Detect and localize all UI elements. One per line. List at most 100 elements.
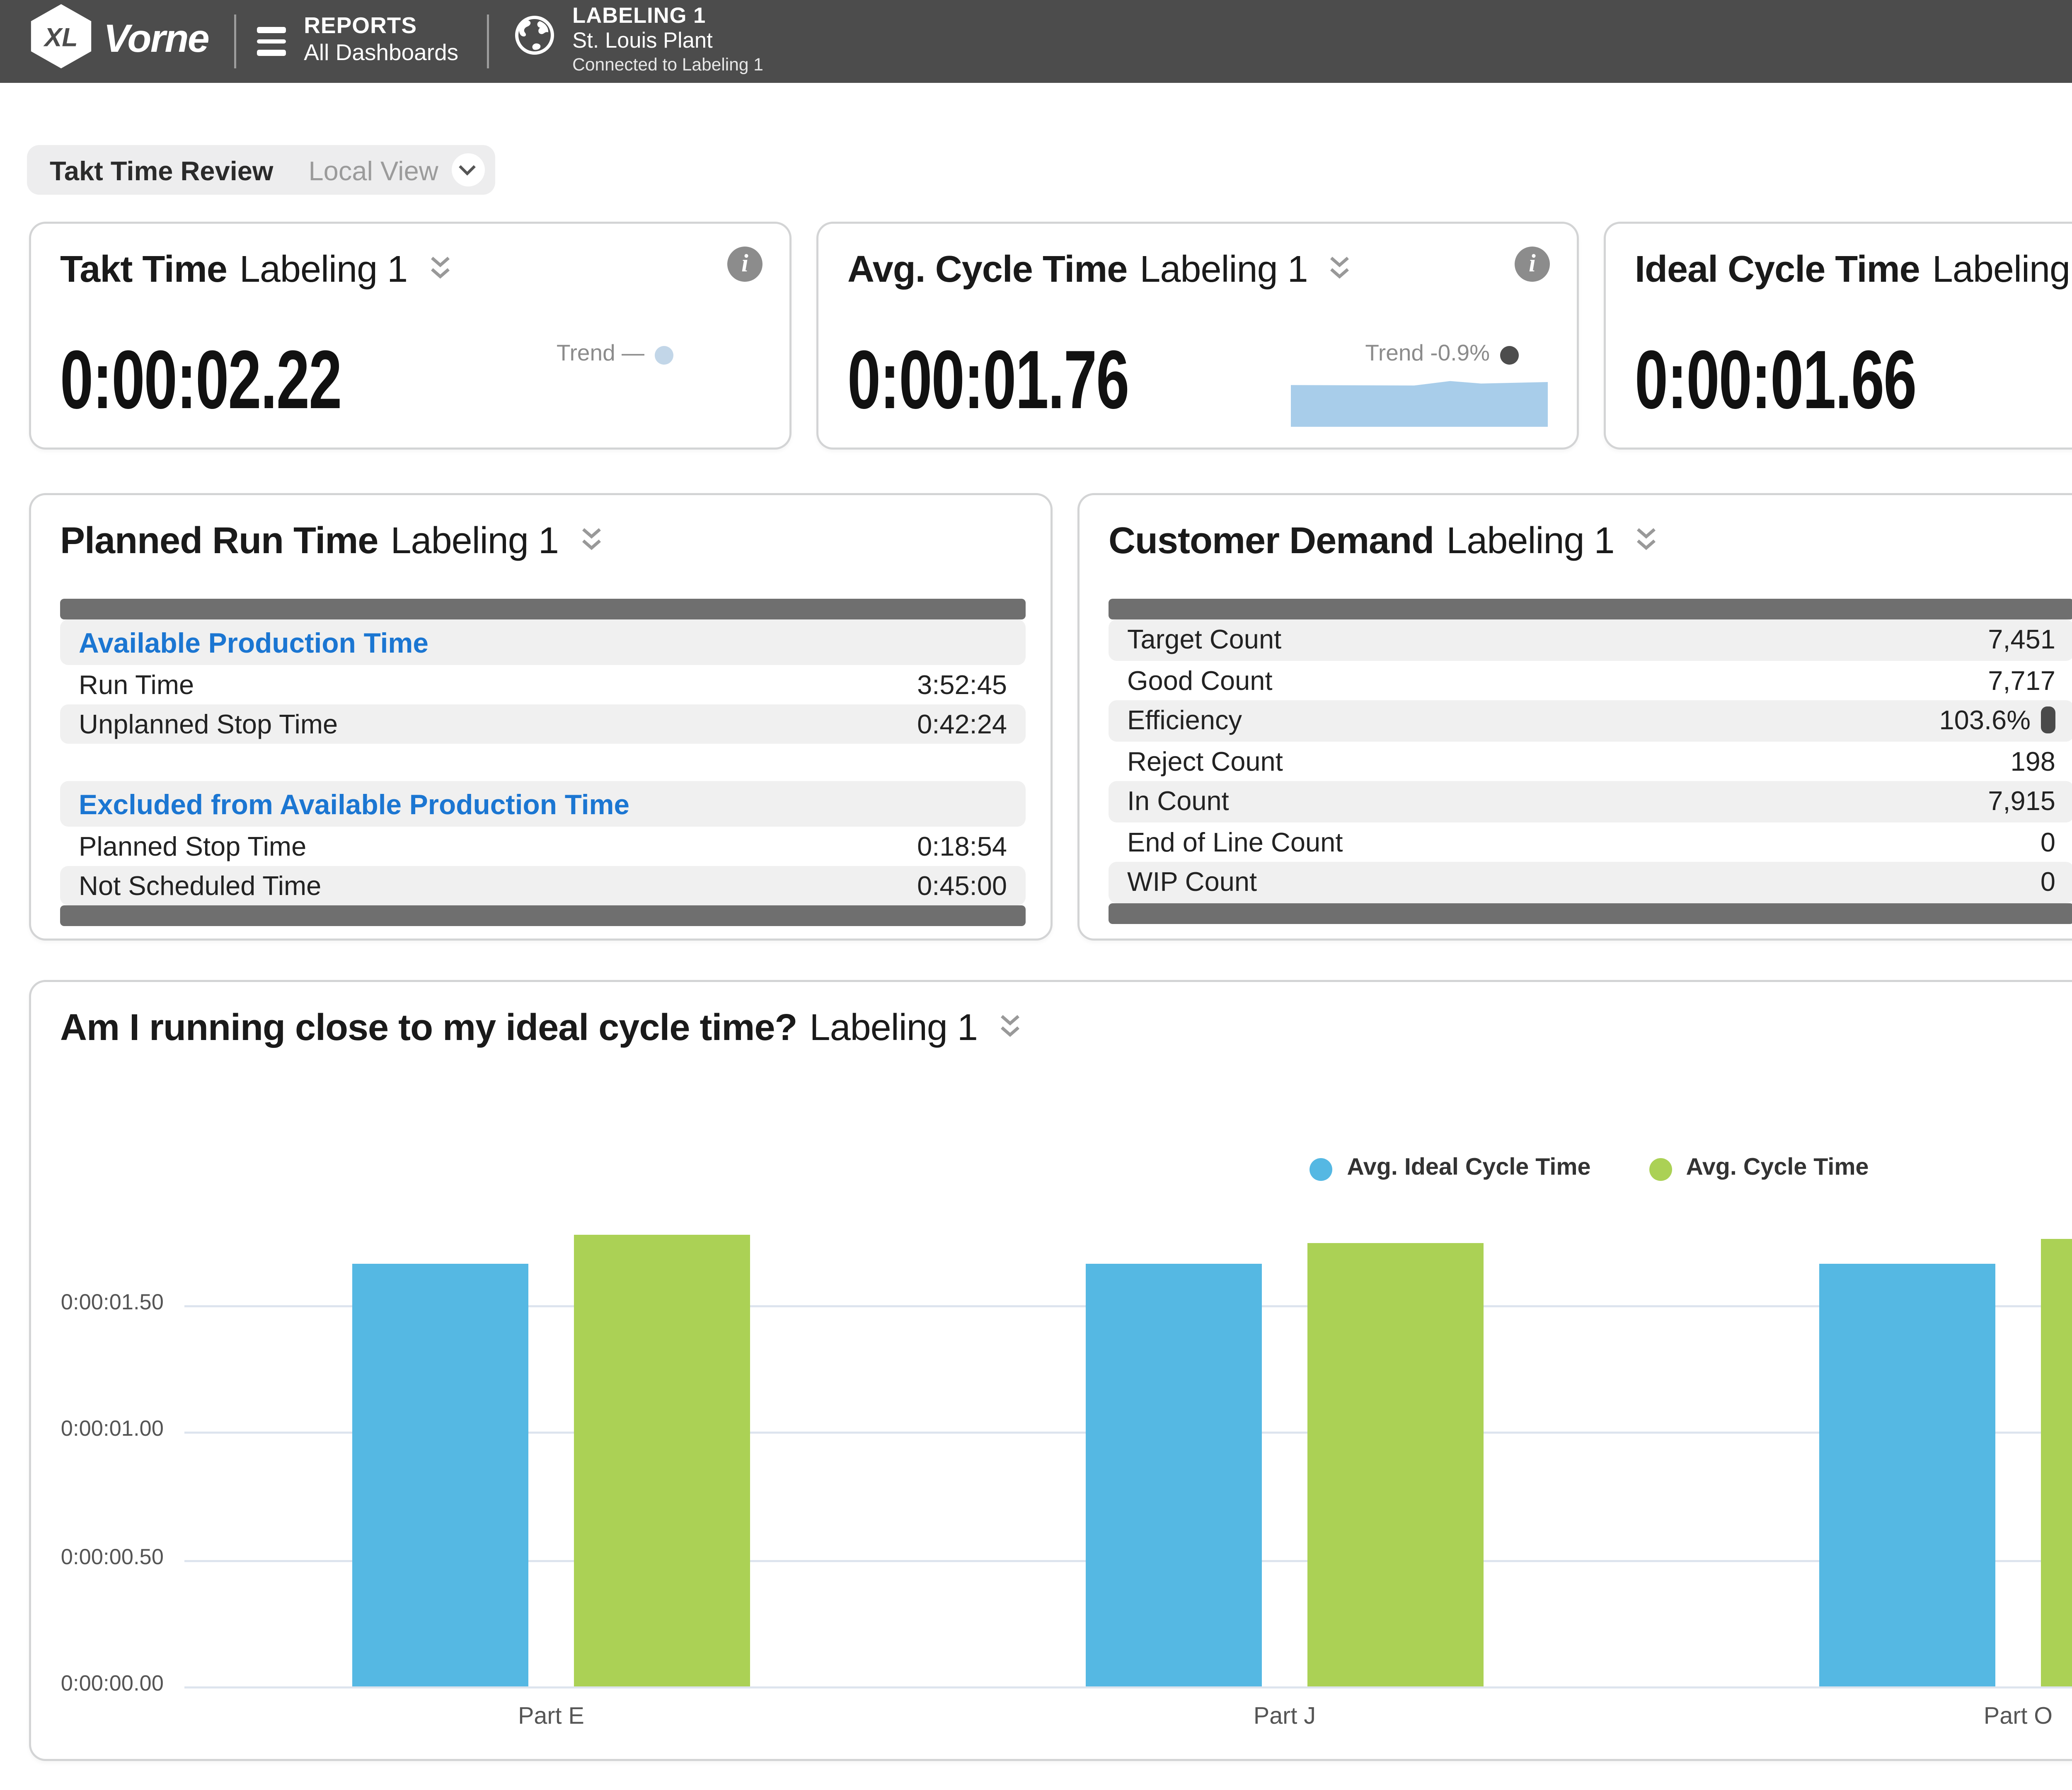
- gridline: [184, 1686, 2072, 1688]
- card-menu-chevron-icon[interactable]: [579, 526, 602, 564]
- xl-hexagon-icon: XL: [29, 2, 93, 81]
- context-connection: Connected to Labeling 1: [572, 56, 763, 76]
- card-menu-chevron-icon[interactable]: [1329, 255, 1351, 292]
- chart-plot: 0:00:01.50 0:00:01.00 0:00:00.50 0:00:00.00…: [31, 982, 2072, 1759]
- x-axis-label: Part E: [427, 1705, 675, 1730]
- kpi-subtitle: Labeling 1: [1932, 249, 2072, 292]
- trend-dot: [655, 345, 673, 364]
- kpi-subtitle: Labeling 1: [1140, 249, 1307, 292]
- row-label: End of Line Count: [1127, 826, 1343, 857]
- info-icon[interactable]: i: [1515, 247, 1550, 282]
- row-label: Target Count: [1127, 624, 1281, 655]
- bar-part-o-series0: [1819, 1263, 1995, 1686]
- kpi-title: Ideal Cycle Time: [1635, 249, 1920, 292]
- table-title: Customer Demand: [1109, 520, 1434, 564]
- view-mode-dropdown-button[interactable]: [451, 153, 484, 186]
- row-label: WIP Count: [1127, 866, 1257, 897]
- x-axis-label: Part O: [1894, 1705, 2072, 1730]
- row-label: Good Count: [1127, 665, 1273, 696]
- vorne-logo[interactable]: XL Vorne: [29, 2, 208, 81]
- card-menu-chevron-icon[interactable]: [428, 255, 451, 292]
- report-selector[interactable]: Takt Time Review Local View: [27, 145, 494, 195]
- brand-name: Vorne: [104, 19, 208, 64]
- y-axis-tick-label: 0:00:01.50: [31, 1290, 164, 1315]
- kpi-subtitle: Labeling 1: [240, 249, 407, 292]
- trend-sparkline: [1291, 377, 1548, 427]
- table-card-planned-run-time: Planned Run Time Labeling 1 Available Pr…: [29, 493, 1053, 941]
- row-label: Unplanned Stop Time: [79, 709, 338, 740]
- table-row: Target Count 7,451: [1109, 619, 2072, 660]
- nav-title: REPORTS: [304, 15, 458, 41]
- bar-part-j-series0: [1086, 1263, 1262, 1686]
- reports-nav-menu[interactable]: REPORTS All Dashboards: [235, 15, 458, 68]
- kpi-value: 0:00:02.22: [60, 336, 341, 429]
- table-row: In Count 7,915: [1109, 781, 2072, 822]
- row-value: 7,451: [1988, 624, 2055, 655]
- top-bar: XL Vorne REPORTS All Dashboards: [0, 0, 2072, 83]
- efficiency-status-badge: [2041, 707, 2055, 734]
- kpi-title: Avg. Cycle Time: [847, 249, 1127, 292]
- table-row: End of Line Count 0: [1109, 822, 2072, 862]
- context-subtitle: St. Louis Plant: [572, 31, 763, 56]
- dashboard-page: XL Vorne REPORTS All Dashboards: [0, 0, 2072, 1790]
- row-label: Run Time: [79, 669, 194, 700]
- menu-icon: [256, 27, 285, 56]
- table-row: Not Scheduled Time 0:45:00: [60, 866, 1026, 905]
- row-value: 0:42:24: [917, 709, 1007, 740]
- row-value: 7,915: [1988, 786, 2055, 817]
- row-value: 0: [2041, 826, 2055, 857]
- nav-subtitle: All Dashboards: [304, 41, 458, 68]
- table-footer-bar: [1109, 903, 2072, 924]
- section-link-excluded-from-available-production-time[interactable]: Excluded from Available Production Time: [60, 781, 1026, 827]
- y-axis-tick-label: 0:00:00.50: [31, 1545, 164, 1570]
- row-value: 7,717: [1988, 665, 2055, 696]
- report-name: Takt Time Review: [50, 155, 274, 186]
- bar-part-o-series1: [2041, 1238, 2072, 1686]
- row-value: 198: [2010, 745, 2055, 776]
- row-value: 0:18:54: [917, 831, 1007, 862]
- section-gap: [60, 744, 1026, 781]
- row-label: Not Scheduled Time: [79, 870, 321, 901]
- x-axis-label: Part J: [1160, 1705, 1409, 1730]
- divider: [487, 15, 489, 68]
- y-axis-tick-label: 0:00:01.00: [31, 1417, 164, 1442]
- table-header-bar: [1109, 599, 2072, 619]
- table-row: Good Count 7,717: [1109, 660, 2072, 701]
- row-label: Efficiency: [1127, 705, 1242, 736]
- kpi-value: 0:00:01.76: [847, 336, 1129, 429]
- row-value: 0: [2041, 866, 2055, 897]
- kpi-card-avg-cycle-time: Avg. Cycle Time Labeling 1 i Trend -0.9%…: [816, 222, 1579, 450]
- trend-label: Trend -0.9%: [1365, 342, 1490, 367]
- table-title: Planned Run Time: [60, 520, 378, 564]
- row-value: 3:52:45: [917, 669, 1007, 700]
- trend-indicator: Trend —: [557, 342, 673, 367]
- chevron-down-icon: [458, 164, 477, 176]
- bar-part-j-series1: [1307, 1243, 1484, 1686]
- section-link-available-production-time[interactable]: Available Production Time: [60, 619, 1026, 665]
- table-subtitle: Labeling 1: [1446, 520, 1614, 564]
- table-row: Reject Count 198: [1109, 741, 2072, 781]
- row-label: In Count: [1127, 786, 1229, 817]
- table-card-customer-demand: Customer Demand Labeling 1 Target Count …: [1077, 493, 2072, 941]
- row-value: 0:45:00: [917, 870, 1007, 901]
- card-menu-chevron-icon[interactable]: [1635, 526, 1658, 564]
- globe-icon: [514, 15, 556, 67]
- chart-card-ideal-cycle-time: Am I running close to my ideal cycle tim…: [29, 980, 2072, 1761]
- table-row: Planned Stop Time 0:18:54: [60, 827, 1026, 866]
- kpi-value: 0:00:01.66: [1635, 336, 1916, 429]
- row-value: 103.6%: [1939, 705, 2031, 736]
- table-footer-bar: [60, 905, 1026, 926]
- kpi-card-takt-time: Takt Time Labeling 1 i Trend — 0:00:02.2…: [29, 222, 792, 450]
- kpi-card-ideal-cycle-time: Ideal Cycle Time Labeling 1 i Trend — 0:…: [1604, 222, 2072, 450]
- info-icon[interactable]: i: [727, 247, 762, 282]
- row-label: Planned Stop Time: [79, 831, 306, 862]
- bar-part-e-series1: [574, 1235, 750, 1686]
- context-title: LABELING 1: [572, 7, 763, 31]
- y-axis-tick-label: 0:00:00.00: [31, 1672, 164, 1697]
- row-label: Reject Count: [1127, 745, 1283, 776]
- device-context-switcher[interactable]: LABELING 1 St. Louis Plant Connected to …: [514, 7, 763, 75]
- trend-dot: [1500, 345, 1519, 364]
- table-row: Run Time 3:52:45: [60, 665, 1026, 704]
- view-mode-label: Local View: [309, 155, 438, 186]
- table-row: Efficiency 103.6%: [1109, 700, 2072, 741]
